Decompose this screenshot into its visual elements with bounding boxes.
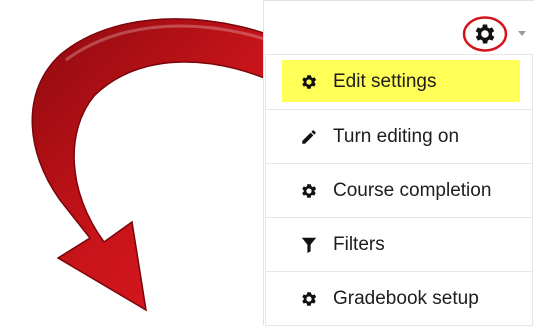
menu-item-label: Turn editing on xyxy=(333,125,460,147)
menu-item-edit-settings[interactable]: Edit settings xyxy=(266,55,532,110)
menu-item-label: Gradebook setup xyxy=(333,287,479,309)
chevron-down-icon xyxy=(518,31,526,36)
gear-icon xyxy=(475,24,495,44)
gear-icon xyxy=(299,72,319,92)
settings-menu-panel: Edit settings Turn editing on Course com… xyxy=(263,0,534,326)
menu-item-course-completion[interactable]: Course completion xyxy=(266,164,532,218)
pencil-icon xyxy=(299,127,319,147)
menu-item-gradebook-setup[interactable]: Gradebook setup xyxy=(266,272,532,326)
gear-icon xyxy=(299,289,319,309)
settings-dropdown-menu: Edit settings Turn editing on Course com… xyxy=(265,54,533,326)
filter-icon xyxy=(299,235,319,255)
menu-item-label: Edit settings xyxy=(333,71,437,92)
menu-item-label: Filters xyxy=(333,233,385,255)
menu-item-label: Course completion xyxy=(333,179,492,201)
settings-menu-toggle[interactable] xyxy=(462,15,524,55)
menu-item-filters[interactable]: Filters xyxy=(266,218,532,272)
menu-item-turn-editing-on[interactable]: Turn editing on xyxy=(266,110,532,164)
gear-icon xyxy=(299,181,319,201)
